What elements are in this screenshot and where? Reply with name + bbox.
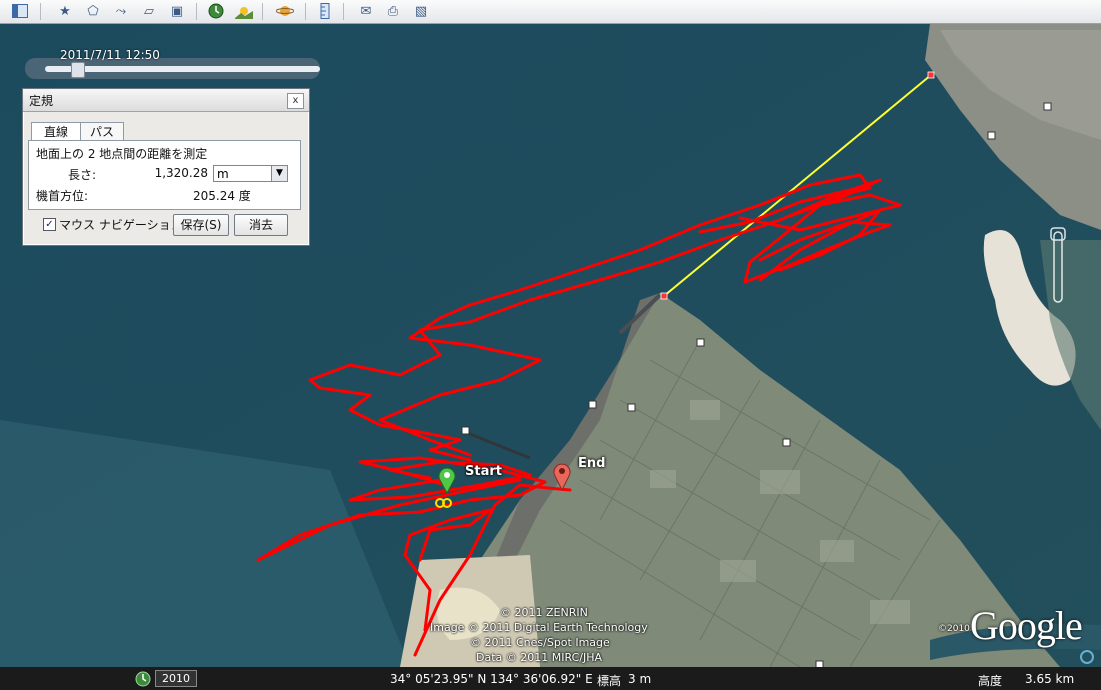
sunlight-icon[interactable] — [234, 2, 254, 20]
copyright-line: Image © 2011 Digital Earth Technology — [430, 621, 648, 634]
logo-year: ©2010 — [938, 624, 970, 634]
ruler-dialog: 定規 x 直線 パス 地面上の 2 地点間の距離を測定 長さ: 1,320.28… — [22, 88, 310, 246]
overlay-icon[interactable]: ▱ — [139, 2, 159, 20]
google-logo: Google — [970, 603, 1083, 648]
tab-line[interactable]: 直線 — [31, 122, 81, 142]
copyright-line: © 2011 ZENRIN — [500, 606, 588, 619]
mouse-nav-checkbox[interactable]: ✓ — [43, 218, 56, 231]
planet-icon[interactable] — [275, 2, 295, 20]
toolbar: ★ ⬠ ⤳ ▱ ▣ ✉ ⎙ ▧ — [0, 0, 1101, 24]
dialog-title: 定規 — [29, 94, 54, 108]
save-image-icon[interactable]: ▧ — [411, 2, 431, 20]
chevron-down-icon[interactable]: ▼ — [271, 166, 287, 181]
clear-button[interactable]: 消去 — [234, 214, 288, 236]
time-label: 2011/7/11 12:50 — [60, 48, 160, 62]
heading-label: 機首方位: — [36, 189, 89, 203]
close-button[interactable]: x — [287, 93, 304, 109]
sidebar-icon[interactable] — [10, 2, 30, 20]
mouse-nav-label: マウス ナビゲーション — [59, 218, 183, 232]
historical-imagery-icon[interactable] — [206, 2, 226, 20]
description-text: 地面上の 2 地点間の距離を測定 — [36, 147, 208, 161]
print-icon[interactable]: ⎙ — [383, 2, 403, 20]
dialog-titlebar[interactable]: 定規 x — [23, 89, 309, 112]
time-slider-thumb[interactable] — [71, 62, 86, 78]
length-value: 1,320.28 — [154, 166, 208, 180]
ruler-icon[interactable] — [315, 2, 335, 20]
unit-value: m — [217, 167, 229, 181]
email-icon[interactable]: ✉ — [356, 2, 376, 20]
length-label: 長さ: — [68, 168, 97, 182]
save-button[interactable]: 保存(S) — [173, 214, 229, 236]
heading-value: 205.24 度 — [193, 189, 251, 203]
year-badge[interactable]: 2010 — [155, 670, 197, 687]
time-slider-track[interactable] — [45, 66, 320, 72]
altitude-label: 高度 — [978, 674, 1003, 688]
elevation-label: 標高 — [597, 674, 622, 688]
status-bar: 2010 34° 05'23.95" N 134° 36'06.92" E 標高… — [0, 667, 1101, 690]
tab-path[interactable]: パス — [80, 122, 124, 141]
copyright-line: Data © 2011 MIRC/JHA — [476, 651, 603, 664]
coordinates: 34° 05'23.95" N 134° 36'06.92" E — [390, 672, 593, 686]
tour-icon[interactable]: ▣ — [167, 2, 187, 20]
copyright-line: © 2011 Cnes/Spot Image — [470, 636, 610, 649]
elevation-value: 3 m — [628, 672, 652, 686]
polygon-icon[interactable]: ⬠ — [83, 2, 103, 20]
end-label: End — [578, 456, 606, 471]
historical-clock-icon[interactable] — [135, 671, 151, 687]
path-icon[interactable]: ⤳ — [111, 2, 131, 20]
altitude-value: 3.65 km — [1025, 672, 1075, 686]
unit-select[interactable]: m ▼ — [213, 165, 288, 182]
start-label: Start — [465, 464, 502, 479]
placemark-icon[interactable]: ★ — [55, 2, 75, 20]
